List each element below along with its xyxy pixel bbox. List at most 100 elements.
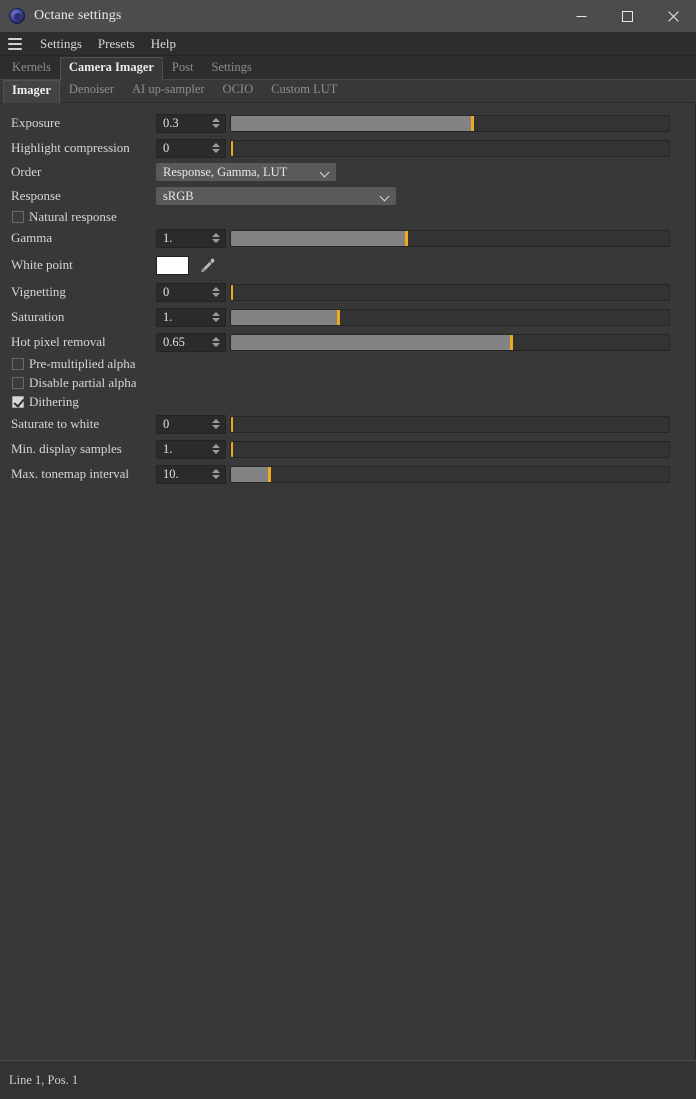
dropdown-order[interactable]: Response, Gamma, LUT: [156, 163, 336, 181]
number-value-min-display-samples: 1.: [163, 441, 173, 456]
slider-saturation[interactable]: [230, 308, 670, 326]
tab-post[interactable]: Post: [163, 57, 203, 80]
setting-row-max-tonemap-interval: Max. tonemap interval 10.: [0, 464, 695, 484]
label-vignetting: Vignetting: [11, 284, 66, 299]
stepper-saturate-to-white[interactable]: [209, 416, 223, 433]
chevron-up-icon[interactable]: [212, 143, 220, 147]
stepper-hot-pixel-removal[interactable]: [209, 334, 223, 351]
stepper-highlight-compression[interactable]: [209, 140, 223, 157]
slider-fill: [231, 309, 339, 325]
tab-kernels[interactable]: Kernels: [3, 57, 60, 80]
status-bar: Line 1, Pos. 1: [0, 1060, 696, 1099]
slider-handle[interactable]: [231, 284, 233, 300]
subtab-custom-lut[interactable]: Custom LUT: [262, 79, 346, 102]
slider-handle[interactable]: [231, 441, 233, 457]
setting-row-saturation: Saturation 1.: [0, 307, 695, 327]
subtab-imager[interactable]: Imager: [3, 80, 60, 103]
chevron-down-icon[interactable]: [212, 239, 220, 243]
slider-handle[interactable]: [267, 466, 271, 482]
menu-item-help[interactable]: Help: [143, 34, 184, 54]
menu-item-presets[interactable]: Presets: [90, 34, 143, 54]
subtab-denoiser[interactable]: Denoiser: [60, 79, 123, 102]
slider-handle[interactable]: [337, 309, 341, 325]
chevron-down-icon: [380, 191, 390, 201]
slider-handle[interactable]: [405, 230, 409, 246]
slider-highlight-compression[interactable]: [230, 139, 670, 157]
number-field-gamma[interactable]: 1.: [156, 228, 226, 248]
chevron-down-icon[interactable]: [212, 450, 220, 454]
chevron-up-icon[interactable]: [212, 469, 220, 473]
tab-settings[interactable]: Settings: [202, 57, 260, 80]
slider-handle[interactable]: [510, 334, 514, 350]
chevron-up-icon[interactable]: [212, 287, 220, 291]
dropdown-value-response: sRGB: [163, 188, 194, 203]
label-max-tonemap-interval: Max. tonemap interval: [11, 466, 130, 481]
chevron-up-icon[interactable]: [212, 444, 220, 448]
chevron-up-icon[interactable]: [212, 118, 220, 122]
slider-gamma[interactable]: [230, 229, 670, 247]
label-white-point: White point: [11, 257, 73, 272]
number-field-saturation[interactable]: 1.: [156, 307, 226, 327]
chevron-down-icon[interactable]: [212, 124, 220, 128]
chevron-down-icon[interactable]: [212, 425, 220, 429]
number-value-saturate-to-white: 0: [163, 416, 170, 431]
slider-fill: [231, 466, 269, 482]
checkbox-disable-partial-alpha[interactable]: [12, 377, 24, 389]
slider-hot-pixel-removal[interactable]: [230, 333, 670, 351]
tab-camera-imager[interactable]: Camera Imager: [59, 57, 163, 81]
subtab-ocio[interactable]: OCIO: [214, 79, 263, 102]
chevron-up-icon[interactable]: [212, 337, 220, 341]
setting-row-order: Order Response, Gamma, LUT: [0, 162, 695, 182]
subtab-ai-up-sampler[interactable]: AI up-sampler: [123, 79, 214, 102]
slider-handle[interactable]: [231, 140, 233, 156]
slider-max-tonemap-interval[interactable]: [230, 465, 670, 483]
slider-fill: [231, 230, 407, 246]
number-field-max-tonemap-interval[interactable]: 10.: [156, 464, 226, 484]
number-field-exposure[interactable]: 0.3: [156, 113, 226, 133]
chevron-down-icon[interactable]: [212, 343, 220, 347]
checkbox-pre-multiplied-alpha[interactable]: [12, 358, 24, 370]
stepper-saturation[interactable]: [209, 309, 223, 326]
stepper-gamma[interactable]: [209, 230, 223, 247]
checkbox-natural-response[interactable]: [12, 211, 24, 223]
chevron-up-icon[interactable]: [212, 419, 220, 423]
slider-handle[interactable]: [231, 416, 233, 432]
slider-vignetting[interactable]: [230, 283, 670, 301]
slider-exposure[interactable]: [230, 114, 670, 132]
stepper-exposure[interactable]: [209, 115, 223, 132]
number-field-min-display-samples[interactable]: 1.: [156, 439, 226, 459]
chevron-down-icon[interactable]: [212, 475, 220, 479]
chevron-down-icon[interactable]: [212, 149, 220, 153]
chevron-down-icon[interactable]: [212, 293, 220, 297]
checkbox-label-disable-partial-alpha: Disable partial alpha: [29, 375, 137, 390]
maximize-button[interactable]: [604, 0, 650, 32]
number-field-saturate-to-white[interactable]: 0: [156, 414, 226, 434]
color-swatch-white-point[interactable]: [156, 255, 189, 275]
number-field-highlight-compression[interactable]: 0: [156, 138, 226, 158]
chevron-up-icon[interactable]: [212, 233, 220, 237]
status-text: Line 1, Pos. 1: [9, 1072, 79, 1087]
checkbox-dithering[interactable]: [12, 396, 24, 408]
slider-handle[interactable]: [470, 115, 474, 131]
primary-tab-bar: Kernels Camera Imager Post Settings: [0, 56, 696, 81]
slider-fill: [231, 334, 512, 350]
number-value-vignetting: 0: [163, 284, 170, 299]
number-value-exposure: 0.3: [163, 115, 179, 130]
menu-item-settings[interactable]: Settings: [32, 34, 90, 54]
hamburger-menu-icon[interactable]: [6, 36, 24, 52]
chevron-down-icon[interactable]: [212, 318, 220, 322]
number-field-hot-pixel-removal[interactable]: 0.65: [156, 332, 226, 352]
stepper-min-display-samples[interactable]: [209, 441, 223, 458]
stepper-vignetting[interactable]: [209, 284, 223, 301]
minimize-button[interactable]: [558, 0, 604, 32]
eyedropper-icon[interactable]: [198, 256, 216, 274]
checkbox-label-pre-multiplied-alpha: Pre-multiplied alpha: [29, 356, 136, 371]
close-button[interactable]: [650, 0, 696, 32]
number-field-vignetting[interactable]: 0: [156, 282, 226, 302]
slider-min-display-samples[interactable]: [230, 440, 670, 458]
chevron-up-icon[interactable]: [212, 312, 220, 316]
window-controls: [558, 0, 696, 32]
slider-saturate-to-white[interactable]: [230, 415, 670, 433]
dropdown-response[interactable]: sRGB: [156, 187, 396, 205]
stepper-max-tonemap-interval[interactable]: [209, 466, 223, 483]
